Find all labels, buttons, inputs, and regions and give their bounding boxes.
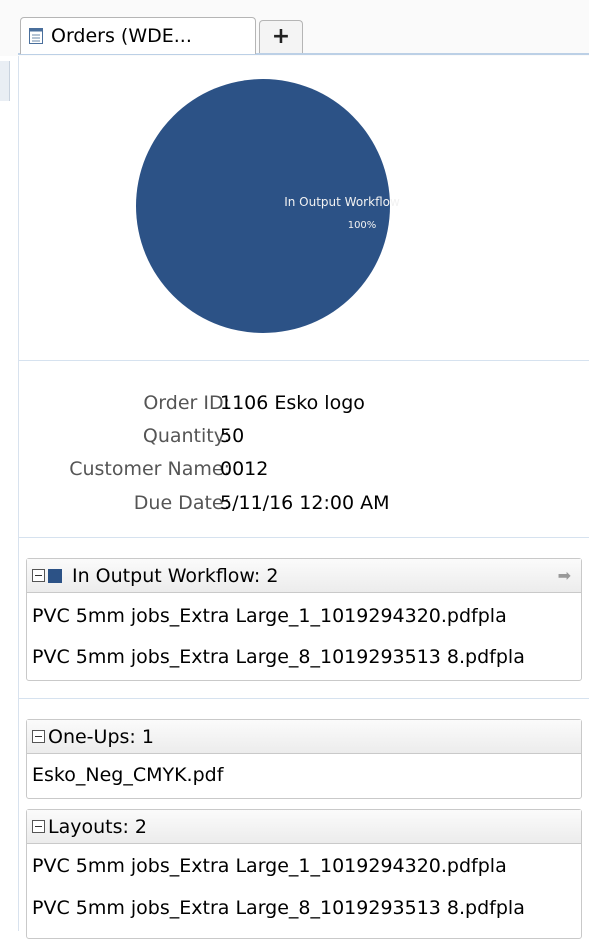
pie-slice-percent: 100% [348,220,377,231]
collapsed-panel-handle[interactable] [0,61,10,101]
one-ups-group-title: One-Ups: 1 [48,725,154,748]
order-id-row: Order ID: 1106 Esko logo [19,392,589,420]
customer-name-value: 0012 [220,458,269,480]
arrow-right-icon[interactable]: ➡ [558,566,571,585]
new-tab-button[interactable]: + [259,20,303,53]
pie-slice-label: In Output Workflow [284,195,400,209]
due-date-row: Due Date: 5/11/16 12:00 AM [19,492,589,520]
left-panel-edge [0,56,19,931]
due-date-label: Due Date: [133,492,230,514]
collapse-icon[interactable] [32,569,45,582]
document-icon [29,28,43,44]
layouts-group-title: Layouts: 2 [48,815,148,838]
list-item[interactable]: PVC 5mm jobs_Extra Large_8_1019293513 8.… [27,640,581,674]
layouts-group-header[interactable]: Layouts: 2 [27,810,581,844]
quantity-label: Quantity: [142,425,230,447]
workflow-group-title: In Output Workflow: 2 [72,564,279,587]
customer-name-label: Customer Name: [69,458,230,480]
status-pie-chart: In Output Workflow 100% [19,56,589,361]
layouts-group: Layouts: 2 PVC 5mm jobs_Extra Large_1_10… [26,809,582,939]
one-ups-group: One-Ups: 1 Esko_Neg_CMYK.pdf [26,719,582,799]
tab-strip: Orders (WDE... + [0,0,589,56]
one-ups-group-header[interactable]: One-Ups: 1 [27,720,581,754]
tab-label: Orders (WDE... [51,25,192,47]
list-item[interactable]: Esko_Neg_CMYK.pdf [27,758,581,792]
customer-row: Customer Name: 0012 [19,458,589,486]
divider [19,360,589,361]
status-color-swatch [48,568,62,583]
workflow-group: In Output Workflow: 2 ➡ PVC 5mm jobs_Ext… [26,558,582,681]
due-date-value: 5/11/16 12:00 AM [220,492,390,514]
list-item[interactable]: PVC 5mm jobs_Extra Large_1_1019294320.pd… [27,599,581,633]
collapse-icon[interactable] [32,820,45,833]
divider [19,537,589,538]
quantity-row: Quantity: 50 [19,425,589,453]
order-id-label: Order ID: [143,392,230,414]
workflow-group-header[interactable]: In Output Workflow: 2 ➡ [27,559,581,593]
quantity-value: 50 [220,425,245,447]
order-id-value: 1106 Esko logo [220,392,365,414]
list-item[interactable]: PVC 5mm jobs_Extra Large_1_1019294320.pd… [27,849,581,883]
divider [19,698,589,699]
tab-orders[interactable]: Orders (WDE... [20,17,256,54]
list-item[interactable]: PVC 5mm jobs_Extra Large_8_1019293513 8.… [27,891,581,925]
collapse-icon[interactable] [32,730,45,743]
